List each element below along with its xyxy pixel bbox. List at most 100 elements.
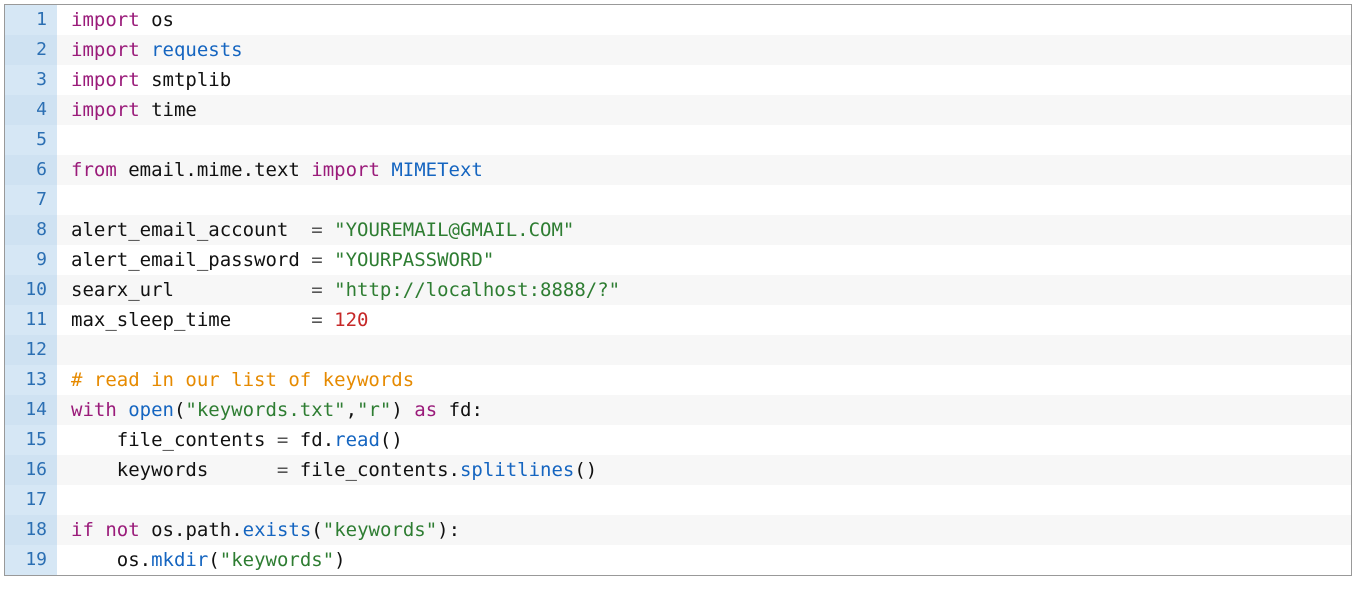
code-content[interactable] — [57, 335, 1351, 365]
code-content[interactable]: import smtplib — [57, 65, 1351, 95]
token: import — [71, 39, 151, 61]
line-number: 17 — [5, 485, 57, 515]
code-content[interactable]: with open("keywords.txt","r") as fd: — [57, 395, 1351, 425]
token: alert_email_account — [71, 219, 311, 241]
code-line[interactable]: 1import os — [5, 5, 1351, 35]
code-line[interactable]: 7 — [5, 185, 1351, 215]
token: os — [151, 519, 174, 541]
token: text — [254, 159, 300, 181]
code-line[interactable]: 12 — [5, 335, 1351, 365]
token — [323, 219, 334, 241]
token — [323, 309, 334, 331]
token: open — [128, 399, 174, 421]
code-content[interactable]: alert_email_password = "YOURPASSWORD" — [57, 245, 1351, 275]
line-number: 13 — [5, 365, 57, 395]
code-content[interactable]: from email.mime.text import MIMEText — [57, 155, 1351, 185]
token: with — [71, 399, 128, 421]
code-line[interactable]: 8alert_email_account = "YOUREMAIL@GMAIL.… — [5, 215, 1351, 245]
token: "r" — [357, 399, 391, 421]
code-line[interactable]: 9alert_email_password = "YOURPASSWORD" — [5, 245, 1351, 275]
code-line[interactable]: 6from email.mime.text import MIMEText — [5, 155, 1351, 185]
token: ) — [334, 549, 345, 571]
code-line[interactable]: 10searx_url = "http://localhost:8888/?" — [5, 275, 1351, 305]
token: "YOURPASSWORD" — [334, 249, 494, 271]
line-number: 19 — [5, 545, 57, 575]
token: = — [277, 429, 288, 451]
token: import — [71, 69, 151, 91]
token: . — [174, 519, 185, 541]
token: "http://localhost:8888/?" — [334, 279, 620, 301]
code-content[interactable]: os.mkdir("keywords") — [57, 545, 1351, 575]
line-number: 16 — [5, 455, 57, 485]
code-line[interactable]: 11max_sleep_time = 120 — [5, 305, 1351, 335]
code-editor[interactable]: 1import os2import requests3import smtpli… — [4, 4, 1352, 576]
token: = — [311, 249, 322, 271]
code-content[interactable] — [57, 185, 1351, 215]
line-number: 2 — [5, 35, 57, 65]
token: . — [140, 549, 151, 571]
token: mkdir — [151, 549, 208, 571]
token: file_contents — [71, 429, 277, 451]
token: path — [185, 519, 231, 541]
code-line[interactable]: 18if not os.path.exists("keywords"): — [5, 515, 1351, 545]
token: ) — [437, 519, 448, 541]
code-content[interactable]: max_sleep_time = 120 — [57, 305, 1351, 335]
code-line[interactable]: 15 file_contents = fd.read() — [5, 425, 1351, 455]
code-content[interactable]: file_contents = fd.read() — [57, 425, 1351, 455]
token: = — [311, 219, 322, 241]
code-content[interactable]: import os — [57, 5, 1351, 35]
token: . — [323, 429, 334, 451]
line-number: 1 — [5, 5, 57, 35]
token: os — [151, 9, 174, 31]
code-line[interactable]: 19 os.mkdir("keywords") — [5, 545, 1351, 575]
code-content[interactable]: searx_url = "http://localhost:8888/?" — [57, 275, 1351, 305]
token: , — [346, 399, 357, 421]
token: () — [380, 429, 403, 451]
token: time — [151, 99, 197, 121]
code-content[interactable]: keywords = file_contents.splitlines() — [57, 455, 1351, 485]
code-content[interactable] — [57, 485, 1351, 515]
code-line[interactable]: 16 keywords = file_contents.splitlines() — [5, 455, 1351, 485]
token: max_sleep_time — [71, 309, 311, 331]
code-line[interactable]: 4import time — [5, 95, 1351, 125]
line-number: 3 — [5, 65, 57, 95]
token: fd — [288, 429, 322, 451]
token: : — [449, 519, 460, 541]
token: . — [449, 459, 460, 481]
code-line[interactable]: 3import smtplib — [5, 65, 1351, 95]
line-number: 4 — [5, 95, 57, 125]
line-number: 8 — [5, 215, 57, 245]
code-content[interactable]: import time — [57, 95, 1351, 125]
token: mime — [197, 159, 243, 181]
token: "keywords.txt" — [185, 399, 345, 421]
token: "keywords" — [323, 519, 437, 541]
token: ( — [174, 399, 185, 421]
line-number: 14 — [5, 395, 57, 425]
token: smtplib — [151, 69, 231, 91]
code-line[interactable]: 13# read in our list of keywords — [5, 365, 1351, 395]
token: splitlines — [460, 459, 574, 481]
code-content[interactable]: if not os.path.exists("keywords"): — [57, 515, 1351, 545]
line-number: 5 — [5, 125, 57, 155]
code-content[interactable]: alert_email_account = "YOUREMAIL@GMAIL.C… — [57, 215, 1351, 245]
token: searx_url — [71, 279, 311, 301]
token: 120 — [334, 309, 368, 331]
token — [323, 279, 334, 301]
code-content[interactable]: import requests — [57, 35, 1351, 65]
line-number: 7 — [5, 185, 57, 215]
code-content[interactable] — [57, 125, 1351, 155]
token: file_contents — [288, 459, 448, 481]
code-line[interactable]: 17 — [5, 485, 1351, 515]
token: import — [71, 9, 151, 31]
token: "YOUREMAIL@GMAIL.COM" — [334, 219, 574, 241]
code-content[interactable]: # read in our list of keywords — [57, 365, 1351, 395]
token: alert_email_password — [71, 249, 311, 271]
code-line[interactable]: 2import requests — [5, 35, 1351, 65]
token: import — [71, 99, 151, 121]
token: "keywords" — [220, 549, 334, 571]
code-line[interactable]: 14with open("keywords.txt","r") as fd: — [5, 395, 1351, 425]
token: fd — [449, 399, 472, 421]
code-line[interactable]: 5 — [5, 125, 1351, 155]
token: : — [471, 399, 482, 421]
token: . — [243, 159, 254, 181]
